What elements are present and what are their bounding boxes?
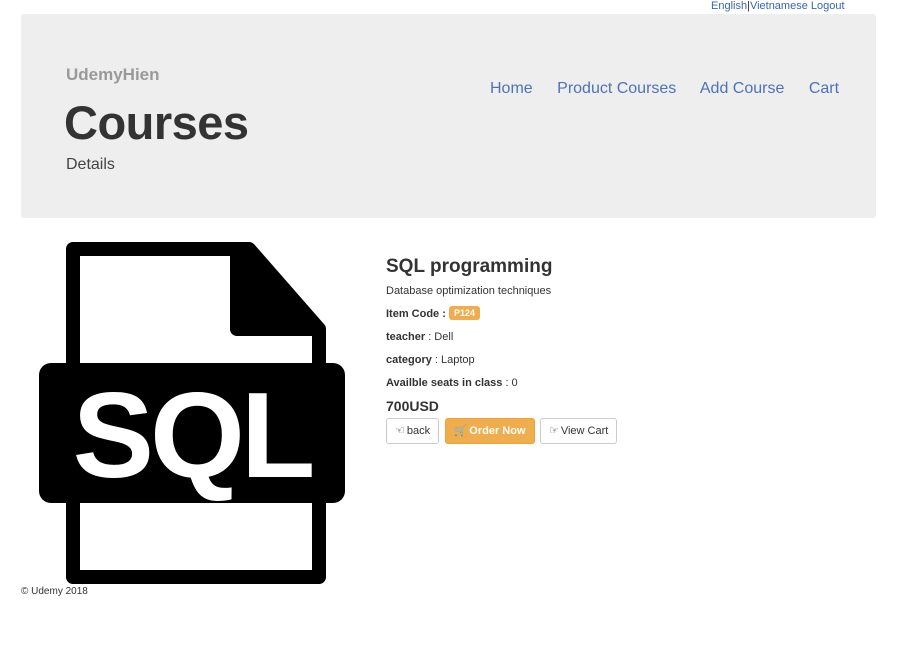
nav-cart[interactable]: Cart <box>809 80 839 97</box>
vietnamese-link[interactable]: Vietnamese <box>750 0 808 12</box>
view-cart-button-label: View Cart <box>560 425 609 437</box>
item-code-row: Item Code : P124 <box>386 306 866 321</box>
product-details: SQL programming Database optimization te… <box>386 256 866 444</box>
item-code-label: Item Code : <box>386 308 446 320</box>
seats-label: Availble seats in class <box>386 377 503 389</box>
teacher-value: : Dell <box>425 331 454 343</box>
hand-right-icon: ☞ <box>548 425 559 437</box>
seats-row: Availble seats in class : 0 <box>386 376 866 390</box>
page-subtitle: Details <box>66 156 115 173</box>
brand-name: UdemyHien <box>66 65 160 84</box>
category-row: category : Laptop <box>386 353 866 367</box>
language-links: English|Vietnamese Logout <box>711 0 845 12</box>
main-nav: Home Product Courses Add Course Cart <box>490 80 859 98</box>
nav-product-courses[interactable]: Product Courses <box>557 80 676 97</box>
back-button[interactable]: ☜ back <box>386 418 440 444</box>
english-link[interactable]: English <box>711 0 747 12</box>
seats-value: : 0 <box>502 377 518 389</box>
category-value: : Laptop <box>431 354 475 366</box>
product-description: Database optimization techniques <box>386 285 552 297</box>
sql-file-icon: SQL <box>39 242 345 584</box>
logout-link[interactable]: Logout <box>811 0 845 12</box>
top-language-bar: English|Vietnamese Logout <box>0 0 922 14</box>
footer-copyright: © Udemy 2018 <box>21 586 88 597</box>
item-code-badge: P124 <box>448 306 480 320</box>
order-now-button[interactable]: 🛒 Order Now <box>444 418 535 444</box>
shopping-cart-icon: 🛒 <box>453 425 468 437</box>
hand-left-icon: ☜ <box>395 425 405 437</box>
product-name: SQL programming <box>386 256 553 277</box>
nav-home[interactable]: Home <box>490 80 533 97</box>
page-title: Courses <box>64 96 249 149</box>
action-buttons: ☜ back 🛒 Order Now ☞ View Cart <box>386 418 866 444</box>
nav-add-course[interactable]: Add Course <box>700 80 785 97</box>
teacher-row: teacher : Dell <box>386 330 866 344</box>
order-now-button-label: Order Now <box>469 425 526 437</box>
sql-file-label: SQL <box>73 367 312 503</box>
product-price: 700USD <box>386 398 439 414</box>
category-label: category <box>386 354 432 366</box>
product-image: SQL <box>39 241 345 585</box>
view-cart-button[interactable]: ☞ View Cart <box>539 418 618 444</box>
back-button-label: back <box>406 425 431 437</box>
header-jumbotron: UdemyHien Courses Details Home Product C… <box>21 14 876 218</box>
teacher-label: teacher <box>386 331 426 343</box>
